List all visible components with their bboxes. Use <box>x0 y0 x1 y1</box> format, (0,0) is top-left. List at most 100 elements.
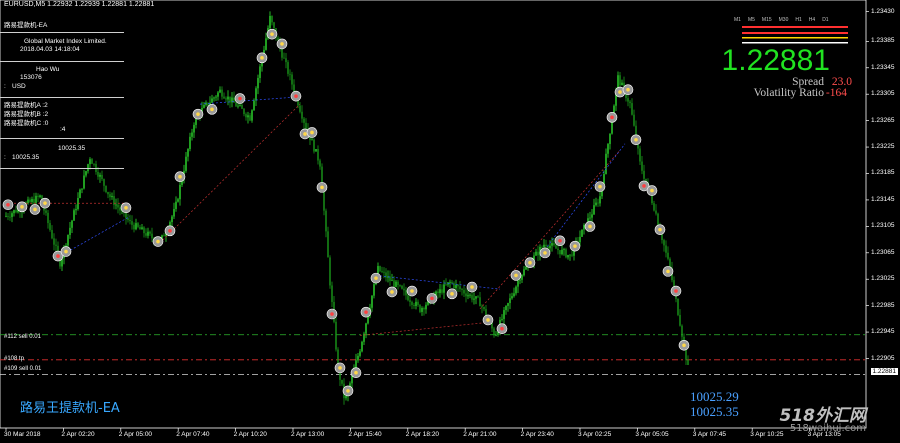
candle-body <box>129 219 131 222</box>
timeframe-m15[interactable]: M15 <box>762 17 772 23</box>
panel-divider <box>0 32 124 33</box>
timeframe-h1[interactable]: H1 <box>795 17 801 23</box>
order-marker-dot <box>682 343 686 348</box>
candle-body <box>641 161 643 171</box>
candle-body <box>521 275 523 280</box>
candle-body <box>229 96 231 103</box>
candle-body <box>223 96 225 99</box>
candle-body <box>679 314 681 326</box>
candle-body <box>475 296 477 299</box>
candle-body <box>599 196 601 204</box>
candle-body <box>505 305 507 311</box>
candle-body <box>383 271 385 273</box>
y-tick-label: 1.22905 <box>871 354 895 362</box>
candle-body <box>171 216 173 223</box>
candle-body <box>639 148 641 162</box>
timeframe-m5[interactable]: M5 <box>748 17 755 23</box>
candle-body <box>509 298 511 304</box>
level-label: #108 tp <box>4 356 25 362</box>
order-marker-dot <box>156 239 160 244</box>
order-marker-dot <box>470 285 474 289</box>
candle-body <box>397 281 399 286</box>
candle-body <box>411 301 413 305</box>
chart-area[interactable]: EURUSD,M5 1.22932 1.22939 1.22881 1.2288… <box>0 0 900 443</box>
candle-body <box>113 196 115 205</box>
candle-body <box>325 210 327 232</box>
candle-body <box>133 224 135 230</box>
candle-body <box>83 175 85 189</box>
candle-body <box>357 355 359 361</box>
candle-body <box>311 139 313 141</box>
candle-body <box>465 293 467 297</box>
candle-body <box>73 210 75 221</box>
y-tick-label: 1.22985 <box>871 301 895 309</box>
candle-body <box>103 179 105 186</box>
y-tick-label: 1.23385 <box>871 37 895 45</box>
candle-body <box>513 293 515 297</box>
x-tick-label: 2 Apr 13:00 <box>291 431 325 438</box>
candle-body <box>323 190 325 211</box>
candle-body <box>359 351 361 356</box>
candle-body <box>247 115 249 118</box>
candle-body <box>15 210 17 213</box>
trend-bar <box>742 26 848 28</box>
candle-body <box>9 216 11 218</box>
candle-body <box>687 359 689 365</box>
volatility-label: Volatility Ratio <box>753 87 824 99</box>
timeframe-h4[interactable]: H4 <box>809 17 815 23</box>
order-marker-dot <box>364 310 368 314</box>
candle-body <box>245 114 247 118</box>
x-tick-label: 3 Apr 02:25 <box>578 431 612 438</box>
order-marker-dot <box>330 312 334 316</box>
timeframe-m30[interactable]: M30 <box>779 17 789 23</box>
candle-body <box>511 296 513 299</box>
order-marker-dot <box>346 389 350 393</box>
panel-title: 路易提款机-EA <box>4 22 48 29</box>
candle-body <box>193 124 195 133</box>
candle-body <box>47 212 49 224</box>
x-tick-label: 3 Apr 10:25 <box>750 431 784 438</box>
candle-body <box>271 15 273 23</box>
candle-body <box>441 289 443 293</box>
order-marker-dot <box>20 205 24 209</box>
y-tick-label: 1.23265 <box>871 116 895 124</box>
candle-body <box>413 304 415 307</box>
candle-body <box>417 301 419 305</box>
candle-body <box>335 321 337 350</box>
currency-prefix: : <box>4 83 6 90</box>
candle-body <box>145 233 147 236</box>
candle-body <box>545 244 547 247</box>
ea-name: 路易王提款机-EA <box>20 401 120 416</box>
order-marker-dot <box>354 370 358 375</box>
candle-body <box>443 284 445 293</box>
candle-body <box>281 47 283 58</box>
candle-body <box>619 75 621 86</box>
candle-body <box>53 238 55 245</box>
candle-body <box>393 280 395 287</box>
timeframe-d1[interactable]: D1 <box>822 17 828 23</box>
order-marker-dot <box>666 269 670 274</box>
timeframe-m1[interactable]: M1 <box>734 17 741 23</box>
candle-body <box>139 226 141 230</box>
candle-body <box>313 139 315 152</box>
order-marker-dot <box>260 56 264 60</box>
candle-body <box>473 298 475 300</box>
level-label: #112 sell 0.01 <box>4 334 41 340</box>
candle-body <box>97 171 99 177</box>
x-tick-label: 2 Apr 23:40 <box>520 431 554 438</box>
candle-body <box>607 144 609 154</box>
candle-body <box>517 280 519 287</box>
y-tick-label: 1.23225 <box>871 143 895 151</box>
candle-body <box>301 111 303 119</box>
candle-body <box>131 221 133 225</box>
candle-body <box>235 102 237 107</box>
order-marker-dot <box>588 224 592 229</box>
candle-body <box>51 230 53 239</box>
equity-value: 10025.29 <box>690 389 739 404</box>
candle-body <box>207 102 209 106</box>
candle-body <box>621 82 623 86</box>
candle-body <box>403 288 405 291</box>
candle-body <box>595 202 597 206</box>
y-tick-label: 1.23185 <box>871 169 895 177</box>
candle-body <box>567 254 569 258</box>
